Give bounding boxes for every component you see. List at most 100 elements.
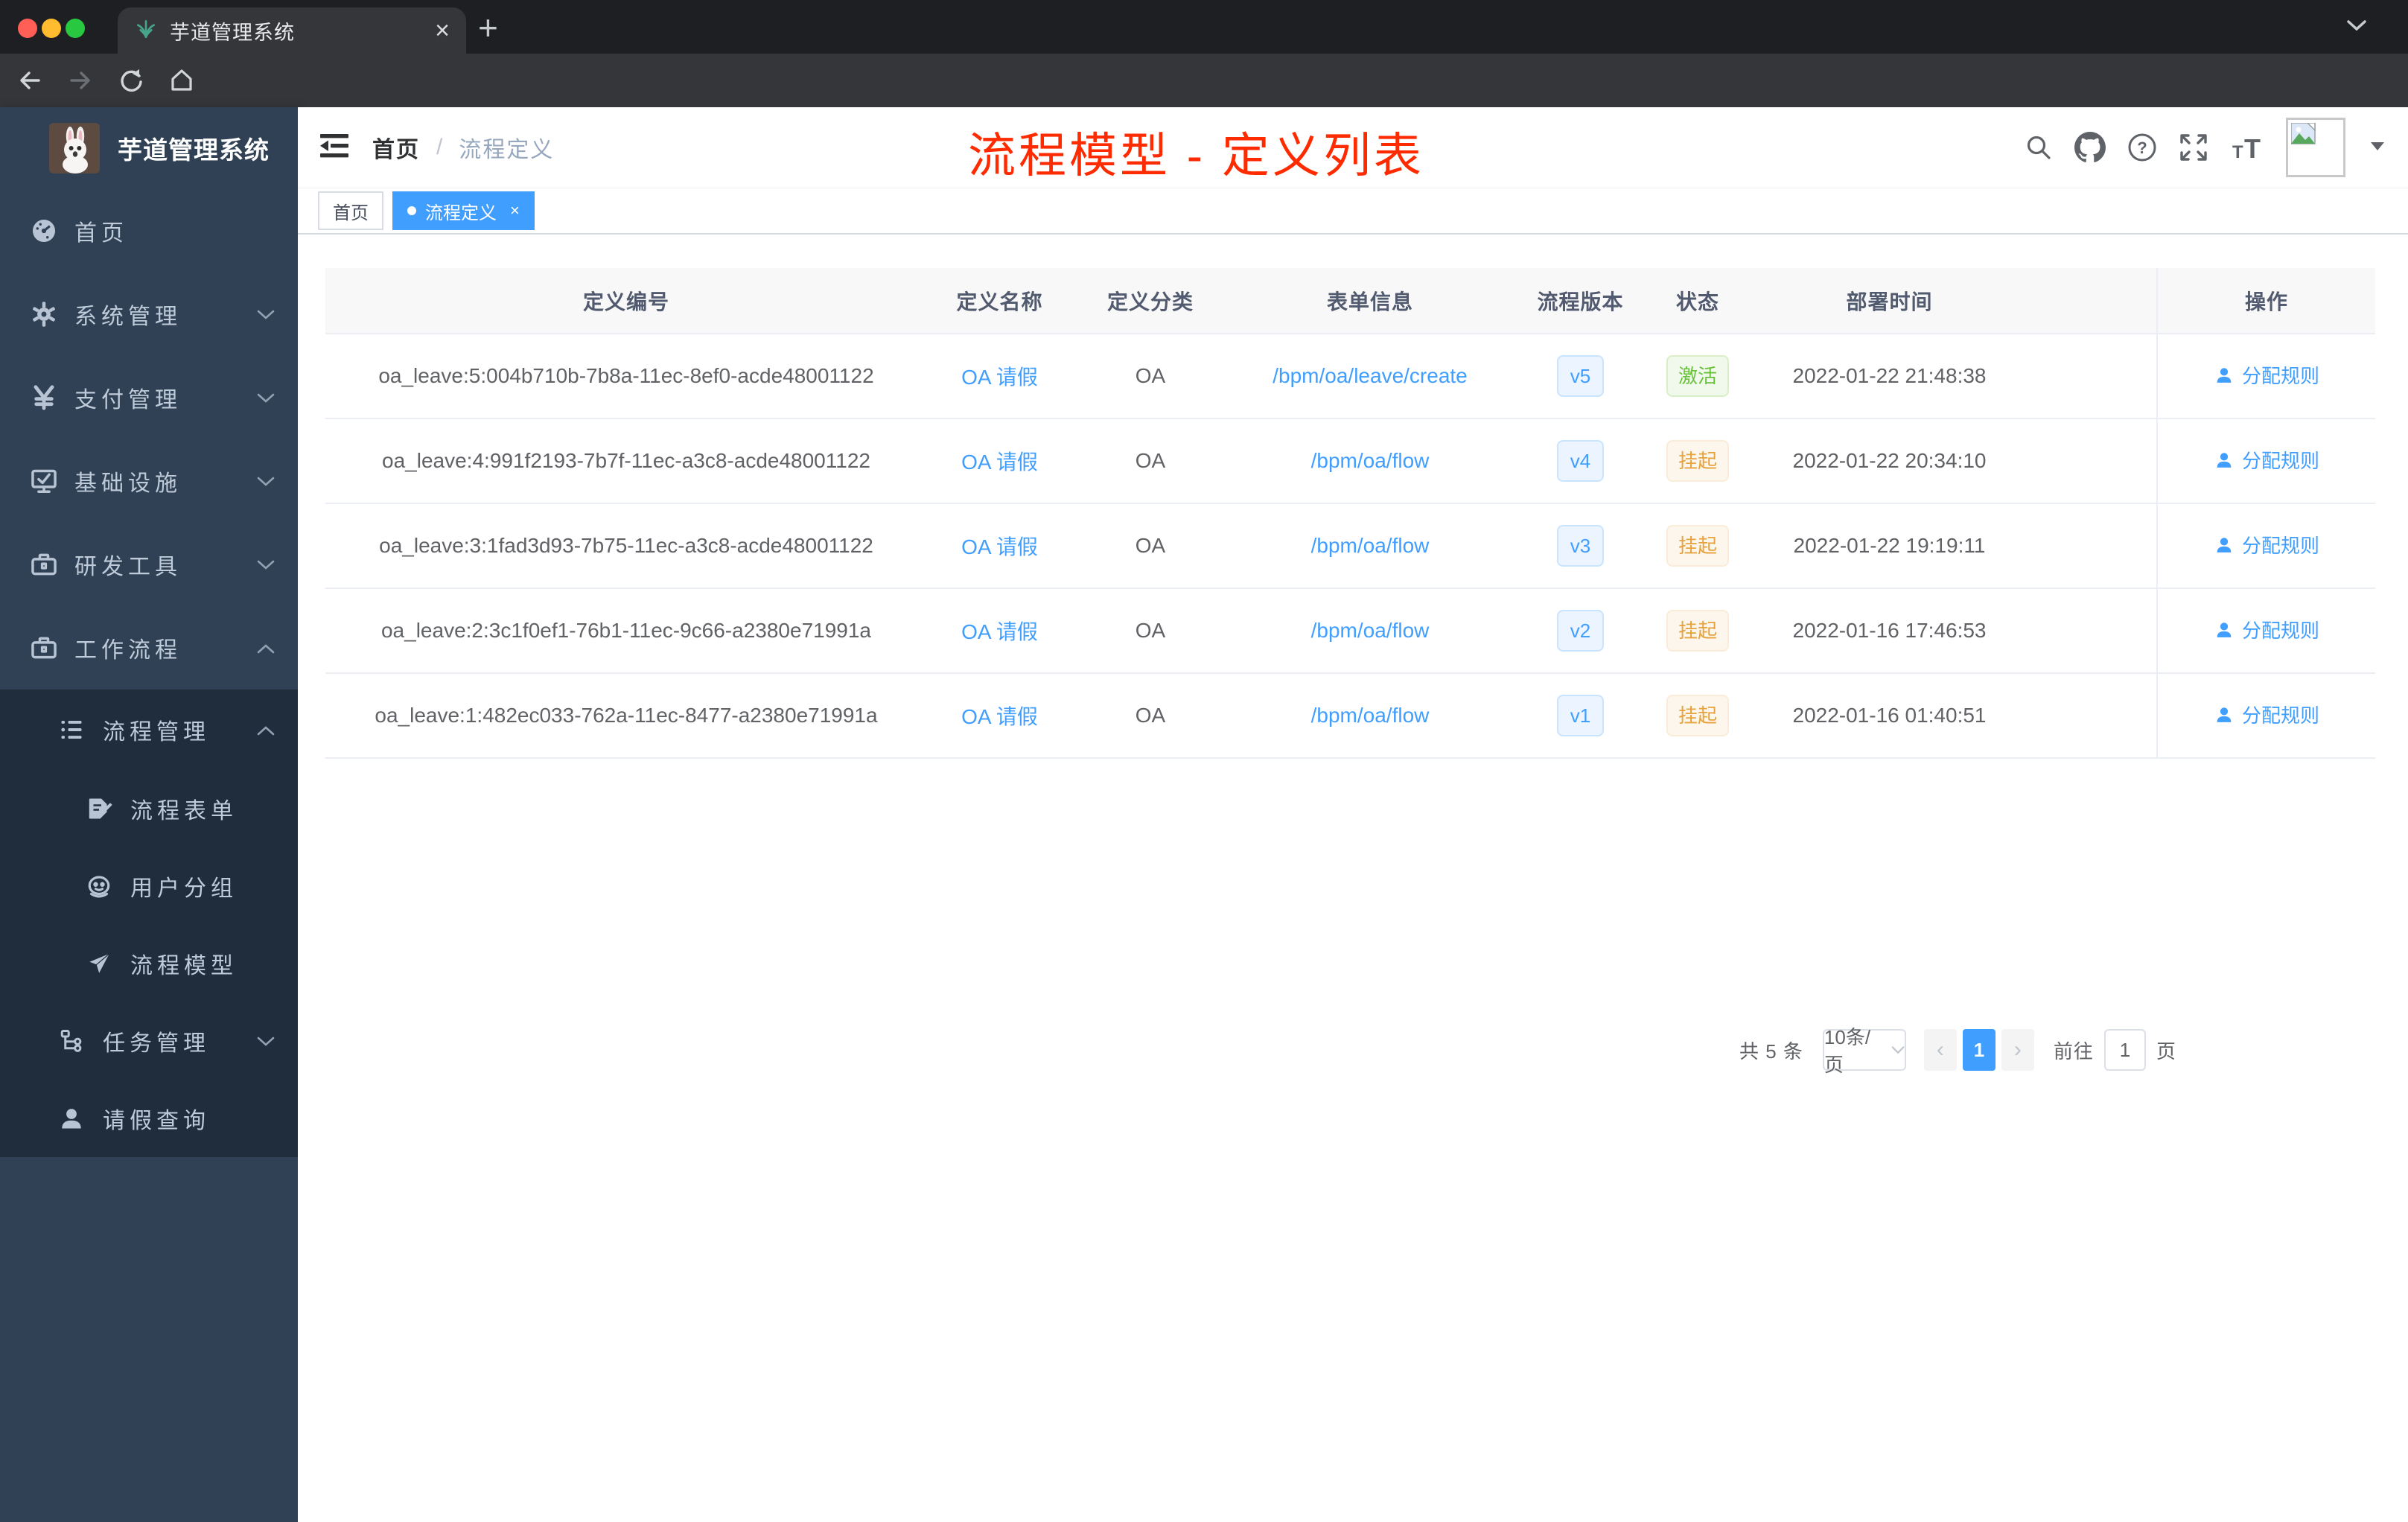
prev-page-button[interactable]: ‹: [1923, 1029, 1957, 1071]
table-row: oa_leave:3:1fad3d93-7b75-11ec-a3c8-acde4…: [325, 503, 2375, 589]
definition-name-link[interactable]: OA 请假: [961, 366, 1038, 389]
sidebar-item-user-group[interactable]: 用户分组: [0, 847, 298, 925]
form-link[interactable]: /bpm/oa/leave/create: [1273, 364, 1468, 387]
tab-search-chevron-icon[interactable]: [2345, 18, 2368, 36]
breadcrumb-separator: /: [436, 135, 443, 159]
sidebar-item-label: 系统管理: [74, 305, 182, 329]
sidebar-item-leave-query[interactable]: 请假查询: [0, 1080, 298, 1157]
sidebar-item-process-management[interactable]: 流程管理: [0, 690, 298, 770]
toolbox-icon: [30, 550, 63, 579]
svg-text:?: ?: [2137, 138, 2147, 157]
sidebar-item-payment[interactable]: 支付管理: [0, 356, 298, 439]
page-size-select[interactable]: 10条/页: [1822, 1026, 1906, 1076]
table-row: oa_leave:4:991f2193-7b7f-11ec-a3c8-acde4…: [325, 418, 2375, 504]
search-icon[interactable]: [2024, 133, 2054, 162]
pagination: 共 5 条 10条/页 ‹ 1 › 前往 页: [1739, 1026, 2176, 1076]
sidebar-item-label: 任务管理: [103, 1031, 210, 1056]
tag-label: 流程定义: [425, 203, 497, 223]
form-link[interactable]: /bpm/oa/flow: [1311, 449, 1430, 472]
gear-icon: [30, 300, 63, 328]
cell-spacer: [2033, 334, 2157, 419]
assign-rule-button[interactable]: 分配规则: [2214, 531, 2319, 558]
maximize-window-button[interactable]: [66, 19, 85, 38]
browser-tab[interactable]: 芋道管理系统 ×: [118, 7, 466, 54]
assign-rule-button[interactable]: 分配规则: [2214, 446, 2319, 474]
help-icon[interactable]: ?: [2127, 132, 2158, 163]
assign-rule-button[interactable]: 分配规则: [2214, 616, 2319, 643]
column-header: 操作: [2156, 268, 2375, 334]
sidebar: 芋道管理系统 首页 系统管理 支付管理 基础设施 研发工具 工作流程 流程管理 …: [0, 107, 298, 1522]
logo-avatar: [49, 123, 100, 173]
sidebar-item-label: 基础设施: [74, 471, 182, 496]
tag-process-definition[interactable]: 流程定义 ×: [392, 191, 535, 230]
chevron-down-icon: [256, 468, 275, 494]
sidebar-item-dev-tools[interactable]: 研发工具: [0, 523, 298, 606]
cell-category: OA: [1072, 673, 1229, 759]
goto-page-input[interactable]: [2103, 1029, 2146, 1071]
monitor-icon: [30, 467, 63, 495]
assign-rule-button[interactable]: 分配规则: [2214, 701, 2319, 728]
cell-definition-id: oa_leave:5:004b710b-7b8a-11ec-8ef0-acde4…: [325, 334, 927, 419]
definition-table: 定义编号 定义名称 定义分类 表单信息 流程版本 状态 部署时间 操作 oa_l…: [325, 268, 2375, 759]
status-badge: 挂起: [1666, 610, 1729, 652]
status-badge: 挂起: [1666, 440, 1729, 482]
header-actions: ? TT: [2024, 107, 2386, 188]
chevron-down-icon: [256, 552, 275, 577]
font-size-icon[interactable]: TT: [2229, 133, 2265, 162]
new-tab-button[interactable]: +: [478, 10, 498, 45]
column-header: 部署时间: [1746, 268, 2033, 334]
sidebar-item-system[interactable]: 系统管理: [0, 273, 298, 356]
avatar[interactable]: [2286, 118, 2345, 177]
cell-category: OA: [1072, 418, 1229, 504]
page-size-value: 10条/页: [1823, 1026, 1871, 1076]
version-badge: v1: [1556, 695, 1605, 736]
sidebar-item-label: 用户分组: [130, 876, 238, 901]
fullscreen-icon[interactable]: [2179, 133, 2208, 162]
avatar-caret-icon[interactable]: [2369, 141, 2386, 155]
sidebar-collapse-icon[interactable]: [319, 131, 350, 165]
sidebar-item-process-form[interactable]: 流程表单: [0, 770, 298, 847]
chevron-up-icon: [256, 635, 275, 660]
dashboard-icon: [30, 217, 63, 245]
column-header: 流程版本: [1512, 268, 1649, 334]
form-link[interactable]: /bpm/oa/flow: [1311, 619, 1430, 642]
user-icon: [58, 1105, 91, 1132]
cell-deploy-time: 2022-01-16 17:46:53: [1746, 588, 2033, 674]
sidebar-item-infrastructure[interactable]: 基础设施: [0, 439, 298, 523]
breadcrumb-home[interactable]: 首页: [372, 131, 420, 164]
sidebar-item-label: 流程表单: [130, 799, 238, 824]
user-group-icon: [86, 873, 118, 899]
form-link[interactable]: /bpm/oa/flow: [1311, 534, 1430, 557]
sidebar-item-label: 流程管理: [103, 720, 210, 745]
definition-name-link[interactable]: OA 请假: [961, 450, 1038, 474]
current-page-button[interactable]: 1: [1962, 1029, 1995, 1071]
tab-title: 芋道管理系统: [170, 21, 295, 44]
assign-rule-button[interactable]: 分配规则: [2214, 361, 2319, 389]
definition-name-link[interactable]: OA 请假: [961, 705, 1038, 728]
pagination-total: 共 5 条: [1739, 1039, 1803, 1063]
home-icon[interactable]: [168, 67, 195, 98]
sidebar-item-task-management[interactable]: 任务管理: [0, 1002, 298, 1080]
paper-plane-icon: [86, 950, 118, 977]
version-badge: v5: [1556, 355, 1605, 397]
next-page-button[interactable]: ›: [2001, 1029, 2034, 1071]
tag-home[interactable]: 首页: [318, 191, 383, 230]
sidebar-item-home[interactable]: 首页: [0, 189, 298, 273]
github-icon[interactable]: [2074, 132, 2106, 163]
sidebar-item-workflow[interactable]: 工作流程: [0, 606, 298, 690]
app-logo[interactable]: 芋道管理系统: [0, 107, 298, 189]
minimize-window-button[interactable]: [42, 19, 61, 38]
close-window-button[interactable]: [18, 19, 37, 38]
cell-category: OA: [1072, 334, 1229, 419]
cell-spacer: [2033, 588, 2157, 674]
column-header: 表单信息: [1229, 268, 1512, 334]
tag-close-icon[interactable]: ×: [510, 203, 520, 219]
back-icon[interactable]: [16, 67, 43, 98]
forward-icon[interactable]: [67, 67, 94, 98]
reload-icon[interactable]: [118, 67, 144, 98]
sidebar-item-process-model[interactable]: 流程模型: [0, 925, 298, 1002]
definition-name-link[interactable]: OA 请假: [961, 620, 1038, 643]
definition-name-link[interactable]: OA 请假: [961, 535, 1038, 558]
tab-close-icon[interactable]: ×: [435, 18, 450, 43]
form-link[interactable]: /bpm/oa/flow: [1311, 704, 1430, 727]
